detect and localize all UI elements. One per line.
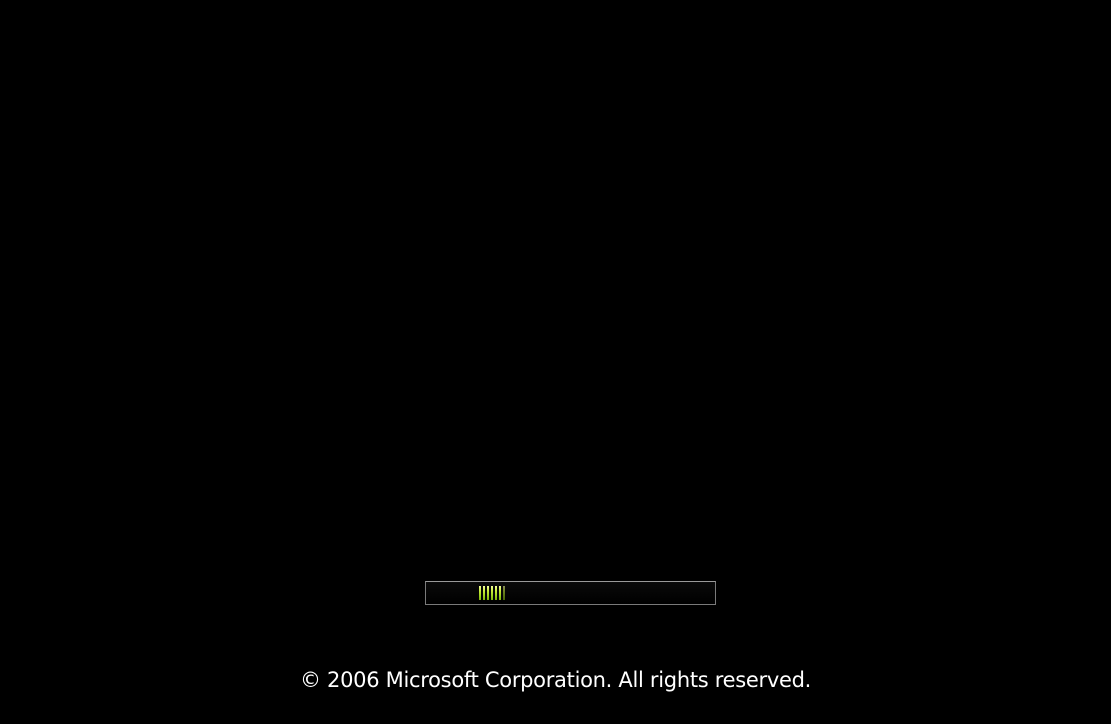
progress-segment [483,586,485,600]
progress-segment [491,586,493,600]
boot-screen: © 2006 Microsoft Corporation. All rights… [0,0,1111,724]
boot-progress-bar [425,581,716,605]
progress-segment [499,586,501,600]
progress-segment [495,586,497,600]
progress-segment [487,586,489,600]
copyright-text: © 2006 Microsoft Corporation. All rights… [299,668,812,692]
progress-segment [503,586,505,600]
progress-indicator [479,586,505,600]
progress-segment [479,586,481,600]
